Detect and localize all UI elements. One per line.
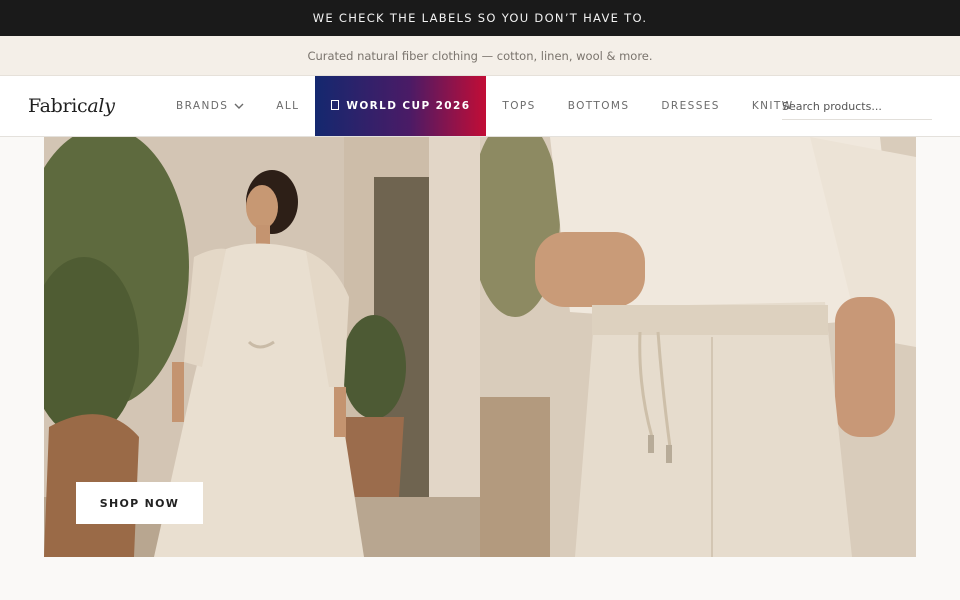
chevron-down-icon	[234, 103, 244, 110]
main-navigation: Fabric aly BRANDS ALL WORLD CUP 2026 TOPS…	[0, 76, 960, 137]
pants-illustration	[480, 137, 916, 557]
nav-menu: BRANDS ALL WORLD CUP 2026 TOPS BOTTOMS D…	[160, 76, 810, 136]
nav-item-label: DRESSES	[661, 100, 720, 112]
flag-icon	[331, 99, 340, 113]
nav-item-tops[interactable]: TOPS	[486, 76, 551, 136]
hero-banner: SHOP NOW	[44, 137, 916, 557]
announcement-bar: WE CHECK THE LABELS SO YOU DON’T HAVE TO…	[0, 0, 960, 36]
nav-item-all[interactable]: ALL	[260, 76, 315, 136]
nav-item-bottoms[interactable]: BOTTOMS	[552, 76, 646, 136]
nav-item-brands[interactable]: BRANDS	[160, 76, 260, 136]
logo-text-italic: aly	[87, 95, 115, 117]
site-logo[interactable]: Fabric aly	[0, 76, 160, 136]
shop-now-button[interactable]: SHOP NOW	[76, 482, 203, 524]
tagline-bar: Curated natural fiber clothing — cotton,…	[0, 36, 960, 76]
nav-item-label: WORLD CUP 2026	[346, 100, 471, 112]
search-field	[782, 94, 932, 120]
hero-image-pants	[480, 137, 916, 557]
nav-item-label: TOPS	[502, 100, 536, 112]
tagline-text: Curated natural fiber clothing — cotton,…	[307, 48, 653, 63]
nav-item-dresses[interactable]: DRESSES	[645, 76, 735, 136]
nav-item-world-cup[interactable]: WORLD CUP 2026	[315, 76, 487, 136]
shop-now-label: SHOP NOW	[99, 496, 180, 510]
nav-item-label: BOTTOMS	[567, 100, 630, 112]
nav-item-label: BRANDS	[176, 100, 229, 112]
logo-text-regular: Fabric	[28, 95, 88, 117]
nav-item-label: ALL	[276, 100, 300, 112]
announcement-text: WE CHECK THE LABELS SO YOU DON’T HAVE TO…	[312, 11, 648, 25]
hero-image-dress: SHOP NOW	[44, 137, 480, 557]
search-input[interactable]	[782, 100, 932, 113]
